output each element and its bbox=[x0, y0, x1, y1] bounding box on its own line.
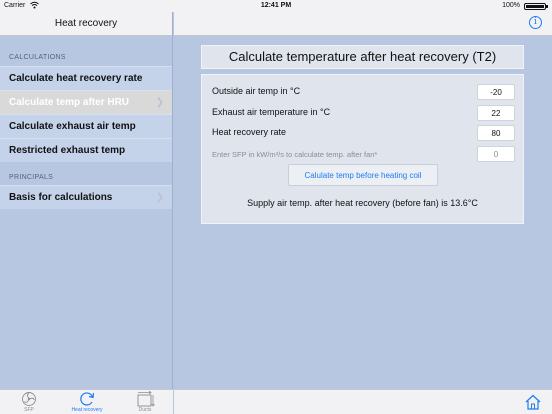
duct-icon bbox=[137, 391, 155, 407]
battery-percent: 100% bbox=[502, 2, 520, 9]
tab-sfp[interactable]: SFP bbox=[0, 390, 58, 414]
tab-label: SFP bbox=[24, 407, 34, 413]
tab-heat-recovery[interactable]: Heat recovery bbox=[58, 390, 116, 414]
master-title: Heat recovery bbox=[54, 18, 118, 29]
menu-item-label: Calculate heat recovery rate bbox=[9, 73, 143, 84]
chevron-right-icon: ❯ bbox=[155, 192, 164, 203]
clock: 12:41 PM bbox=[260, 2, 292, 9]
tab-label: Ducts bbox=[138, 407, 152, 413]
field-label: Enter SFP in kW/m³/s to calculate temp. … bbox=[212, 150, 378, 159]
menu-item-label: Calculate temp after HRU bbox=[9, 97, 130, 108]
menu-item-temp-after-hru[interactable]: Calculate temp after HRU ❯ bbox=[0, 90, 172, 114]
outside-air-temp-input[interactable] bbox=[477, 84, 515, 100]
field-heat-recovery-rate: Heat recovery rate bbox=[212, 125, 515, 141]
fan-icon bbox=[22, 392, 36, 406]
heat-recovery-rate-input[interactable] bbox=[477, 125, 515, 141]
field-label: Heat recovery rate bbox=[212, 127, 287, 137]
tab-ducts[interactable]: Ducts bbox=[116, 390, 174, 414]
field-sfp: Enter SFP in kW/m³/s to calculate temp. … bbox=[212, 146, 515, 162]
calculation-form: Outside air temp in °C Exhaust air tempe… bbox=[201, 74, 524, 224]
info-icon[interactable]: i bbox=[529, 16, 542, 29]
menu-item-label: Calculate exhaust air temp bbox=[9, 121, 136, 132]
result-text: Supply air temp. after heat recovery (be… bbox=[247, 198, 478, 208]
detail-pane: i Calculate temperature after heat recov… bbox=[174, 12, 552, 414]
refresh-icon bbox=[80, 392, 95, 406]
master-nav-bar: Heat recovery bbox=[0, 12, 172, 36]
status-bar: Carrier 12:41 PM 100% bbox=[0, 0, 552, 12]
menu-item-exhaust-air-temp[interactable]: Calculate exhaust air temp bbox=[0, 114, 172, 138]
tab-bar: SFP Heat recovery Ducts bbox=[0, 389, 173, 414]
field-exhaust-air-temp: Exhaust air temperature in °C bbox=[212, 105, 515, 121]
battery-icon bbox=[524, 3, 548, 10]
menu-item-heat-recovery-rate[interactable]: Calculate heat recovery rate bbox=[0, 66, 172, 90]
section-header-calculations: CALCULATIONS bbox=[9, 54, 66, 61]
sfp-input[interactable] bbox=[477, 146, 515, 162]
menu-item-label: Restricted exhaust temp bbox=[9, 145, 126, 156]
section-header-principals: PRINCIPALS bbox=[9, 174, 54, 181]
menu-item-basis-for-calculations[interactable]: Basis for calculations ❯ bbox=[0, 185, 172, 209]
field-label: Exhaust air temperature in °C bbox=[212, 107, 331, 117]
chevron-right-icon: ❯ bbox=[155, 97, 164, 108]
home-icon[interactable] bbox=[524, 393, 542, 411]
tab-label: Heat recovery bbox=[71, 407, 103, 413]
calculate-temp-before-heating-coil-button[interactable]: Calulate temp before heating coil bbox=[288, 164, 438, 186]
page-title: Calculate temperature after heat recover… bbox=[201, 45, 524, 69]
menu-item-restricted-exhaust-temp[interactable]: Restricted exhaust temp bbox=[0, 138, 172, 162]
master-pane: Heat recovery CALCULATIONS Calculate hea… bbox=[0, 12, 173, 414]
detail-toolbar bbox=[174, 389, 552, 414]
menu-item-label: Basis for calculations bbox=[9, 192, 113, 203]
detail-nav-bar: i bbox=[174, 12, 552, 36]
field-outside-air-temp: Outside air temp in °C bbox=[212, 84, 515, 100]
exhaust-air-temp-input[interactable] bbox=[477, 105, 515, 121]
field-label: Outside air temp in °C bbox=[212, 86, 301, 96]
